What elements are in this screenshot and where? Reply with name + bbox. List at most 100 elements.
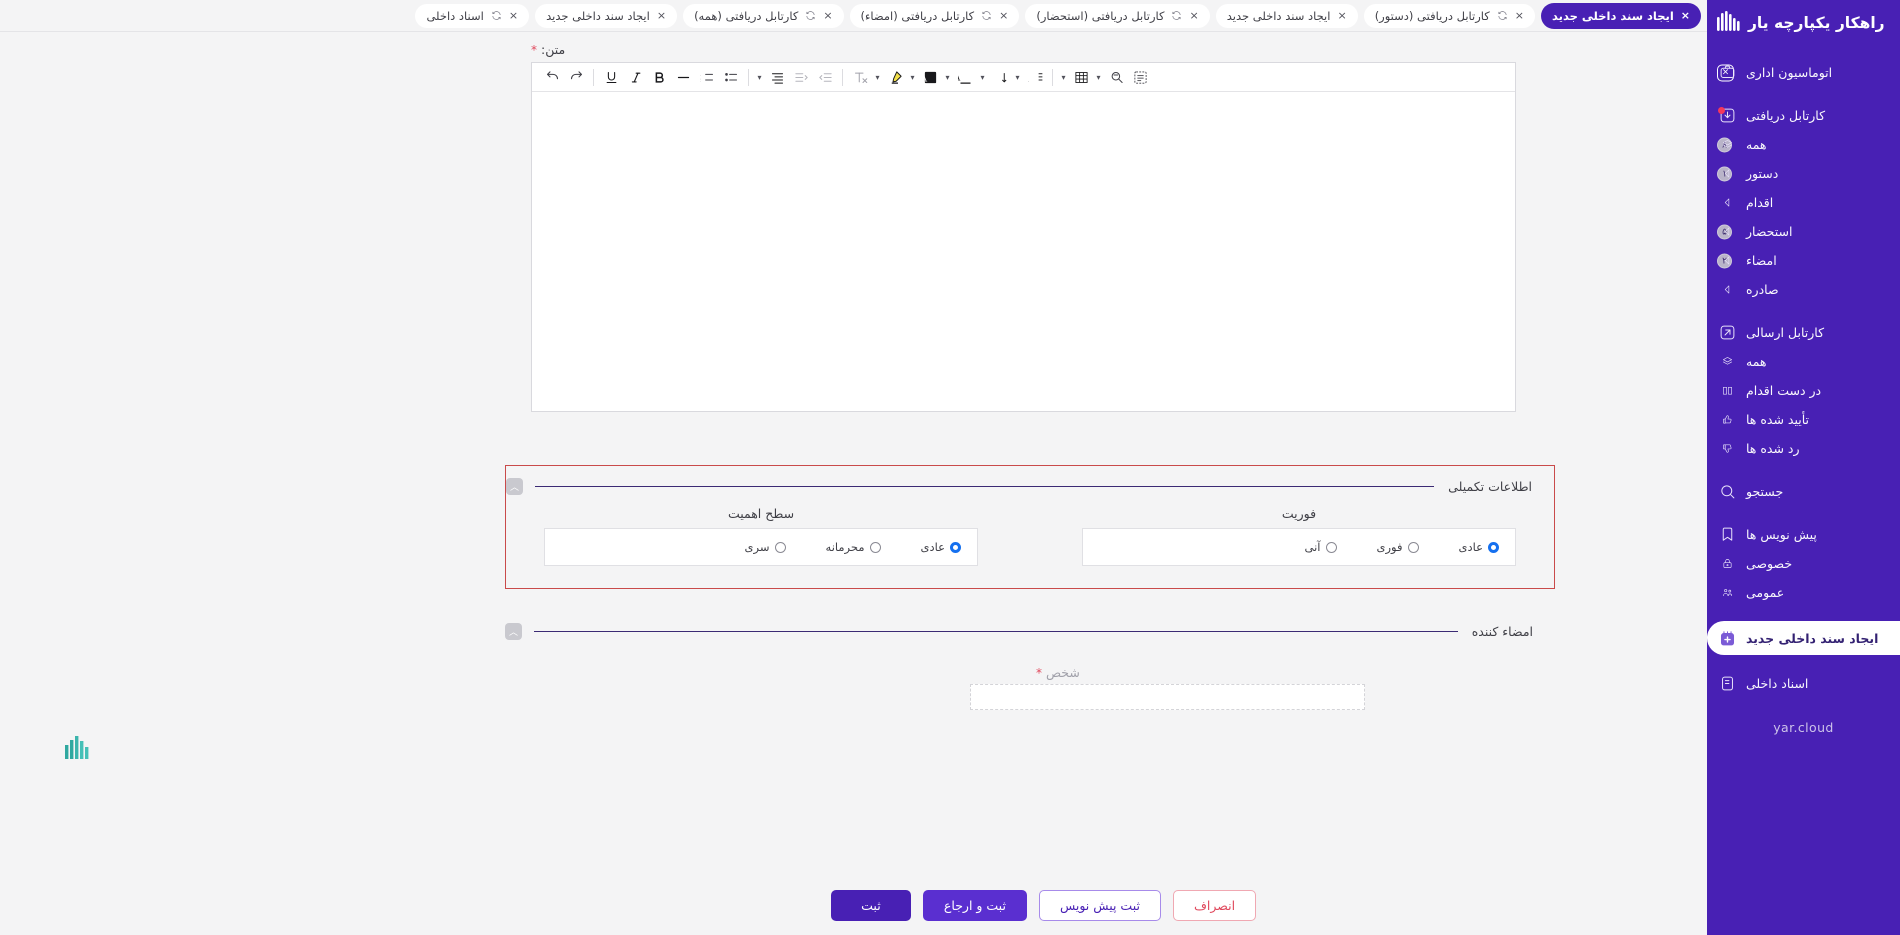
sidebar-item-8[interactable]: کارتابل ارسالی <box>1707 318 1900 347</box>
italic-icon[interactable] <box>623 64 647 90</box>
radio-indicator[interactable] <box>1407 541 1419 553</box>
sidebar-item-label: همه <box>1746 137 1767 152</box>
text-color-chevron-down-icon[interactable]: ▾ <box>942 64 953 90</box>
radio-indicator[interactable] <box>774 541 786 553</box>
font-size-chevron-down-icon[interactable]: ▾ <box>977 64 988 90</box>
line-height-chevron-down-icon[interactable]: ▾ <box>1012 64 1023 90</box>
submit-and-refer-button[interactable]: ثبت و ارجاع <box>922 889 1027 921</box>
sidebar-item-18[interactable]: اسناد داخلی <box>1707 669 1900 698</box>
tab-7[interactable]: × اسناد داخلی <box>415 3 530 28</box>
tab-3[interactable]: × کارتابل دریافتی (استحضار) <box>1025 3 1210 28</box>
tab-close-icon[interactable]: × <box>1681 10 1690 21</box>
submit-button[interactable]: ثبت <box>830 889 911 921</box>
highlighter-chevron-down-icon[interactable]: ▾ <box>872 64 883 90</box>
outdent-icon[interactable] <box>813 64 837 90</box>
indent-icon[interactable] <box>789 64 813 90</box>
save-draft-button[interactable]: ثبت پیش نویس <box>1038 889 1161 921</box>
caret-icon <box>1717 164 1737 184</box>
tab-close-icon[interactable]: × <box>1337 10 1346 21</box>
tab-2[interactable]: × ایجاد سند داخلی جدید <box>1215 3 1358 28</box>
importance-group: سطح اهمیت عادی محرمانه سری <box>544 506 978 566</box>
caret-icon <box>1717 280 1737 300</box>
tab-refresh-icon[interactable] <box>1171 10 1182 21</box>
sidebar-item-7[interactable]: صادره <box>1707 275 1900 304</box>
radio-option-0[interactable]: عادی <box>921 540 961 554</box>
tab-close-icon[interactable]: × <box>999 10 1008 21</box>
chevron-up-icon[interactable]: ︿ <box>506 477 523 495</box>
radio-option-1[interactable]: فوری <box>1377 540 1419 554</box>
cancel-button[interactable]: انصراف <box>1172 889 1257 921</box>
bullet-list-icon[interactable] <box>719 64 743 90</box>
underline-icon[interactable] <box>599 64 623 90</box>
sidebar-item-6[interactable]: ۲ امضاء <box>1707 246 1900 275</box>
tab-close-icon[interactable]: × <box>1515 10 1524 21</box>
bold-icon[interactable] <box>647 64 671 90</box>
urgency-options: عادی فوری آنی <box>1082 528 1516 566</box>
line-height-icon[interactable]: A <box>1023 64 1047 90</box>
sidebar-item-17[interactable]: ایجاد سند داخلی جدید <box>1707 621 1900 655</box>
tab-6[interactable]: × ایجاد سند داخلی جدید <box>535 3 678 28</box>
tab-1[interactable]: × کارتابل دریافتی (دستور) <box>1363 3 1535 28</box>
redo-icon[interactable] <box>564 64 588 90</box>
sidebar-item-1[interactable]: کارتابل دریافتی <box>1707 101 1900 130</box>
radio-option-2[interactable]: آنی <box>1305 540 1337 554</box>
find-replace-icon[interactable] <box>1104 64 1128 90</box>
search-icon <box>1717 482 1737 502</box>
find-chevron-down-icon[interactable]: ▾ <box>1093 64 1104 90</box>
tab-close-icon[interactable]: × <box>1189 10 1198 21</box>
tab-close-icon[interactable]: × <box>823 10 832 21</box>
book-open-icon <box>1717 381 1737 401</box>
sidebar-item-12[interactable]: رد شده ها <box>1707 434 1900 463</box>
chevron-up-icon[interactable]: ︿ <box>505 622 522 640</box>
align-icon[interactable] <box>765 64 789 90</box>
radio-option-2[interactable]: سری <box>745 540 786 554</box>
select-all-icon[interactable] <box>1128 64 1152 90</box>
clear-format-icon[interactable] <box>848 64 872 90</box>
table-icon[interactable] <box>1069 64 1093 90</box>
highlight-bg-icon[interactable]: A <box>918 64 942 90</box>
tab-refresh-icon[interactable] <box>1497 10 1508 21</box>
urgency-title: فوریت <box>1281 506 1317 521</box>
person-input[interactable] <box>970 684 1365 710</box>
tab-0[interactable]: × ایجاد سند داخلی جدید <box>1541 2 1701 29</box>
table-chevron-down-icon[interactable]: ▾ <box>1058 64 1069 90</box>
sidebar-item-10[interactable]: در دست اقدام <box>1707 376 1900 405</box>
align-chevron-down-icon[interactable]: ▾ <box>754 64 765 90</box>
highlighter-icon[interactable] <box>883 64 907 90</box>
sidebar-item-0[interactable]: × اتوماسیون اداری <box>1707 58 1900 87</box>
radio-label: محرمانه <box>825 540 865 554</box>
sidebar-item-2[interactable]: ۸ همه <box>1707 130 1900 159</box>
sidebar-item-15[interactable]: خصوصی <box>1707 549 1900 578</box>
tab-4[interactable]: × کارتابل دریافتی (امضاء) <box>849 3 1020 28</box>
radio-option-1[interactable]: محرمانه <box>826 540 881 554</box>
tab-refresh-icon[interactable] <box>981 10 992 21</box>
sidebar-item-4[interactable]: اقدام <box>1707 188 1900 217</box>
horizontal-rule-icon[interactable] <box>671 64 695 90</box>
editor-content-area[interactable] <box>532 92 1515 411</box>
sidebar-item-14[interactable]: پیش نویس ها <box>1707 520 1900 549</box>
text-color-icon[interactable]: A <box>953 64 977 90</box>
sidebar-item-3[interactable]: ۱ دستور <box>1707 159 1900 188</box>
ordered-list-icon[interactable]: 12 <box>695 64 719 90</box>
tab-close-icon[interactable]: × <box>509 10 518 21</box>
tab-label: کارتابل دریافتی (استحضار) <box>1036 8 1165 23</box>
sidebar-item-9[interactable]: همه <box>1707 347 1900 376</box>
radio-label: سری <box>744 540 770 554</box>
radio-indicator[interactable] <box>1325 541 1337 553</box>
sidebar-item-16[interactable]: عمومی <box>1707 578 1900 607</box>
undo-icon[interactable] <box>540 64 564 90</box>
sidebar-item-11[interactable]: تأیید شده ها <box>1707 405 1900 434</box>
tab-close-icon[interactable]: × <box>657 10 666 21</box>
radio-indicator[interactable] <box>869 541 881 553</box>
tab-refresh-icon[interactable] <box>805 10 816 21</box>
radio-indicator[interactable] <box>1488 541 1499 553</box>
sidebar-item-13[interactable]: جستجو <box>1707 477 1900 506</box>
highlight-bg-chevron-down-icon[interactable]: ▾ <box>907 64 918 90</box>
radio-indicator[interactable] <box>950 541 961 553</box>
required-asterisk: * <box>531 43 537 57</box>
font-size-icon[interactable]: A <box>988 64 1012 90</box>
radio-option-0[interactable]: عادی <box>1459 540 1499 554</box>
tab-refresh-icon[interactable] <box>491 10 502 21</box>
tab-5[interactable]: × کارتابل دریافتی (همه) <box>683 3 844 28</box>
sidebar-item-5[interactable]: ۵ استحضار <box>1707 217 1900 246</box>
